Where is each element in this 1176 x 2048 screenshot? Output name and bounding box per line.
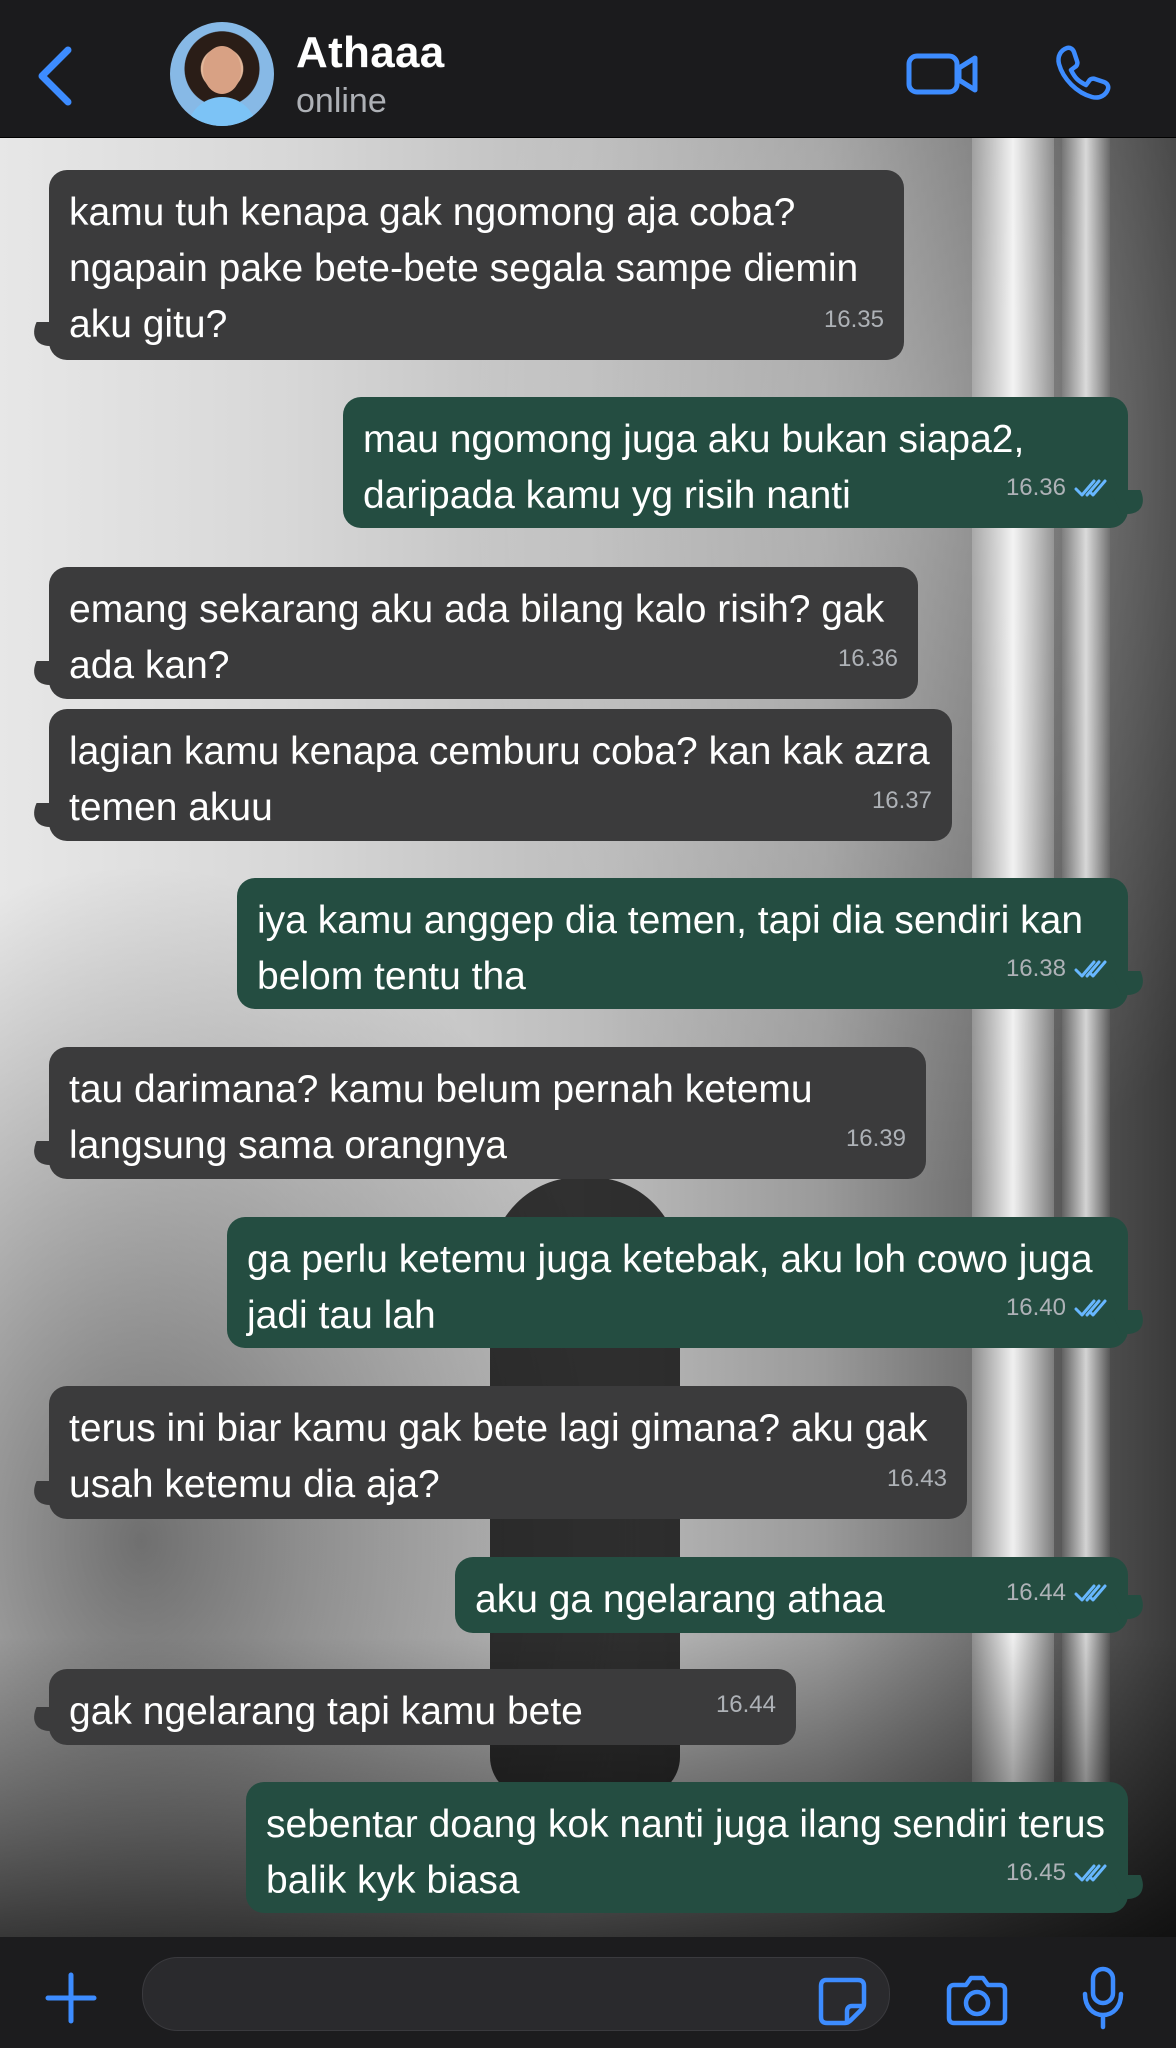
message-time: 16.39 (845, 1125, 906, 1152)
outgoing-message[interactable]: mau ngomong juga aku bukan siapa2, darip… (343, 397, 1128, 528)
incoming-message[interactable]: gak ngelarang tapi kamu bete 16.44 (49, 1669, 796, 1745)
message-time: 16.36 (837, 645, 898, 672)
message-meta: 16.37 (872, 773, 932, 829)
incoming-message[interactable]: kamu tuh kenapa gak ngomong aja coba? ng… (49, 170, 904, 360)
outgoing-message[interactable]: sebentar doang kok nanti juga ilang send… (246, 1782, 1128, 1913)
sticker-icon (818, 1977, 867, 2026)
back-button[interactable] (30, 44, 80, 108)
chevron-left-icon (38, 46, 72, 106)
avatar[interactable] (170, 22, 274, 126)
outgoing-message[interactable]: aku ga ngelarang athaa 16.44 (455, 1557, 1128, 1633)
message-text: ga perlu ketemu juga ketebak, aku loh co… (247, 1238, 1093, 1337)
message-text: gak ngelarang tapi kamu bete (69, 1690, 583, 1733)
camera-icon (946, 1975, 1008, 2026)
message-meta: 16.44 (1006, 1565, 1108, 1621)
contact-name[interactable]: Athaaa (296, 28, 445, 78)
message-input-bar (0, 1937, 1176, 2048)
message-meta: 16.35 (824, 292, 884, 348)
double-check-icon (1074, 1864, 1107, 1882)
incoming-message[interactable]: tau darimana? kamu belum pernah ketemu l… (49, 1047, 926, 1179)
message-meta: 16.44 (716, 1677, 776, 1733)
chat-thread[interactable]: kamu tuh kenapa gak ngomong aja coba? ng… (0, 137, 1176, 1937)
attach-button[interactable] (44, 1971, 98, 2025)
message-text: emang sekarang aku ada bilang kalo risih… (69, 588, 885, 687)
message-time: 16.36 (1005, 474, 1066, 501)
message-text: lagian kamu kenapa cemburu coba? kan kak… (69, 730, 930, 829)
message-time: 16.38 (1005, 955, 1066, 982)
message-meta: 16.38 (1006, 941, 1108, 997)
double-check-icon (1074, 960, 1107, 978)
sticker-button[interactable] (816, 1975, 868, 2027)
microphone-icon (1082, 1966, 1124, 2030)
outgoing-message[interactable]: ga perlu ketemu juga ketebak, aku loh co… (227, 1217, 1128, 1348)
microphone-button[interactable] (1078, 1965, 1128, 2031)
message-meta: 16.39 (846, 1111, 906, 1167)
incoming-message[interactable]: terus ini biar kamu gak bete lagi gimana… (49, 1386, 967, 1519)
double-check-icon (1074, 1584, 1107, 1602)
message-text: tau darimana? kamu belum pernah ketemu l… (69, 1068, 813, 1167)
message-text: sebentar doang kok nanti juga ilang send… (266, 1803, 1106, 1902)
message-text: mau ngomong juga aku bukan siapa2, darip… (363, 418, 1025, 517)
outgoing-message[interactable]: iya kamu anggep dia temen, tapi dia send… (237, 878, 1128, 1009)
message-text: kamu tuh kenapa gak ngomong aja coba? ng… (69, 191, 859, 346)
message-time: 16.44 (1005, 1579, 1066, 1606)
message-input[interactable] (142, 1957, 890, 2031)
message-time: 16.43 (886, 1465, 947, 1492)
message-time: 16.45 (1005, 1859, 1066, 1886)
message-meta: 16.43 (887, 1451, 947, 1507)
incoming-message[interactable]: emang sekarang aku ada bilang kalo risih… (49, 567, 918, 699)
contact-status: online (296, 82, 387, 120)
double-check-icon (1074, 1299, 1107, 1317)
double-check-icon (1074, 479, 1107, 497)
message-meta: 16.36 (1006, 460, 1108, 516)
incoming-message[interactable]: lagian kamu kenapa cemburu coba? kan kak… (49, 709, 952, 841)
video-call-icon (906, 53, 978, 95)
message-time: 16.40 (1005, 1294, 1066, 1321)
phone-icon (1056, 45, 1111, 100)
message-meta: 16.36 (838, 631, 898, 687)
message-meta: 16.45 (1006, 1845, 1108, 1901)
chat-header: Athaaa online (0, 0, 1176, 138)
message-text: iya kamu anggep dia temen, tapi dia send… (257, 899, 1084, 998)
message-time: 16.37 (871, 787, 932, 814)
message-time: 16.44 (715, 1691, 776, 1718)
camera-button[interactable] (946, 1971, 1008, 2027)
message-time: 16.35 (823, 306, 884, 333)
voice-call-button[interactable] (1050, 42, 1114, 106)
plus-icon (45, 1972, 97, 2024)
message-meta: 16.40 (1006, 1280, 1108, 1336)
message-text: terus ini biar kamu gak bete lagi gimana… (69, 1407, 928, 1506)
video-call-button[interactable] (904, 46, 980, 102)
